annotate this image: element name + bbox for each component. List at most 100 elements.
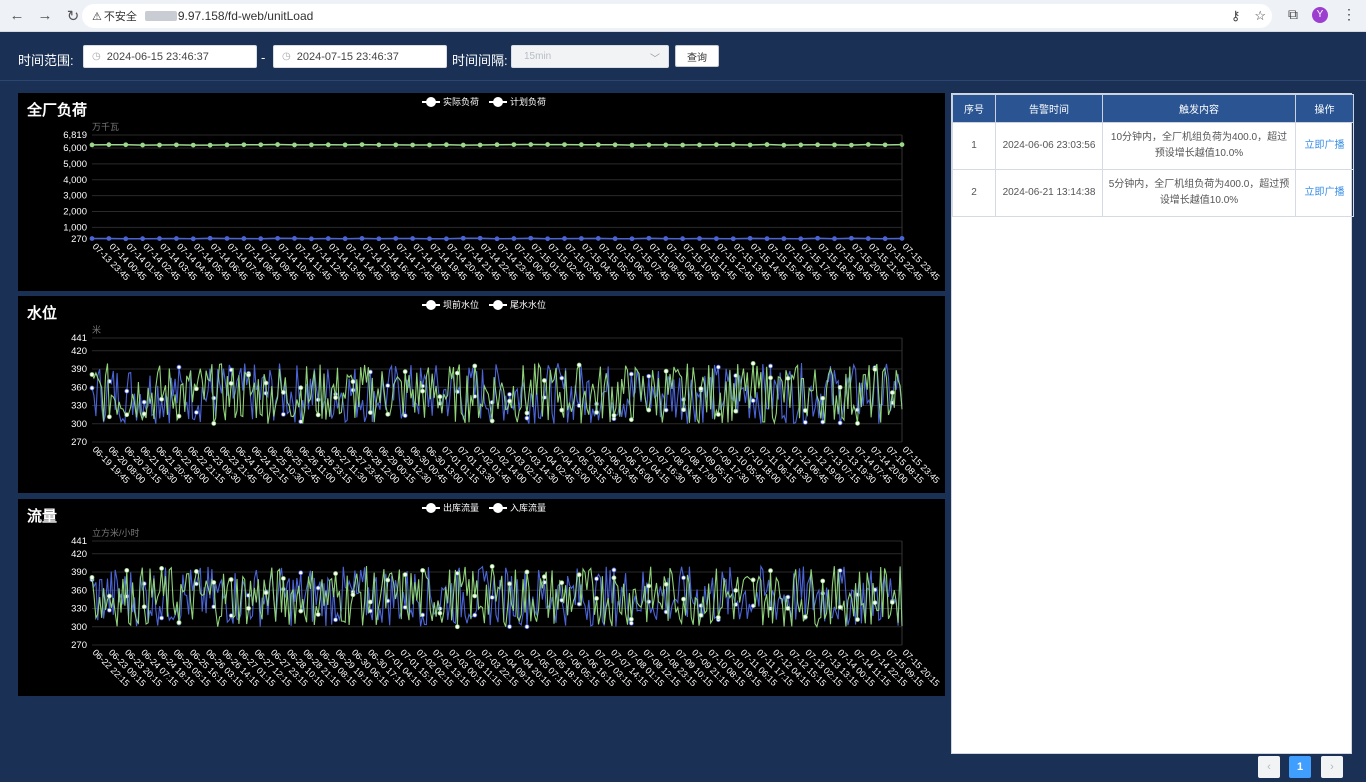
data-point <box>578 236 584 241</box>
data-point <box>410 142 416 148</box>
data-point <box>713 142 719 148</box>
forward-arrow-icon[interactable]: → <box>32 3 58 29</box>
data-point <box>420 568 425 573</box>
data-point <box>524 415 530 421</box>
end-date-value: 2024-07-15 23:46:37 <box>296 50 399 63</box>
back-arrow-icon[interactable]: ← <box>4 3 30 29</box>
data-point <box>258 142 264 148</box>
data-point <box>489 418 495 424</box>
data-point <box>785 375 791 381</box>
end-date-input[interactable]: ◷ 2024-07-15 23:46:37 <box>273 45 447 68</box>
prev-page-button[interactable]: ‹ <box>1258 756 1280 778</box>
y-tick-label: 420 <box>71 549 87 560</box>
data-point <box>865 142 871 147</box>
data-point <box>157 236 162 241</box>
data-point <box>628 371 634 377</box>
data-point <box>211 580 217 585</box>
interval-select[interactable]: 15min ﹀ <box>511 45 669 68</box>
data-point <box>715 615 721 620</box>
data-point <box>865 236 871 241</box>
extension-icon[interactable]: ⧉ <box>1288 6 1298 23</box>
data-point <box>193 410 199 415</box>
table-row: 2 2024-06-21 13:14:38 5分钟内，全厂机组负荷为400.0，… <box>952 169 1354 217</box>
redacted-host-block <box>144 11 177 21</box>
y-tick-label: 300 <box>71 622 87 633</box>
load-chart-panel: 全厂负荷 实际负荷 计划负荷 万千瓦 6,819 6,000 5,000 4,000 3… <box>18 93 945 291</box>
data-point <box>730 236 736 242</box>
data-point <box>173 142 179 148</box>
data-point <box>802 614 808 620</box>
star-icon[interactable]: ☆ <box>1254 8 1266 24</box>
data-point <box>715 412 721 417</box>
data-point <box>595 236 601 241</box>
start-date-input[interactable]: ◷ 2024-06-15 23:46:37 <box>83 45 257 68</box>
y-tick-label: 270 <box>71 234 87 245</box>
data-point <box>454 624 460 630</box>
clock-icon: ◷ <box>92 51 101 62</box>
data-point <box>427 236 432 242</box>
data-point <box>342 142 348 148</box>
data-point <box>747 235 753 241</box>
page-1-button[interactable]: 1 <box>1289 756 1311 778</box>
y-tick-label: 3,000 <box>63 191 87 202</box>
data-point <box>333 617 338 623</box>
data-point <box>663 236 669 241</box>
profile-avatar[interactable]: Y <box>1312 6 1328 23</box>
data-point <box>768 568 773 574</box>
data-point <box>410 236 416 241</box>
data-point <box>507 581 512 587</box>
key-icon[interactable]: ⚷ <box>1231 8 1241 24</box>
data-point <box>159 565 164 571</box>
data-point <box>333 395 338 401</box>
data-point <box>611 575 617 581</box>
data-point <box>325 142 331 148</box>
water-level-chart-svg: 44142039036033030027006-19 19:4506-20 08… <box>71 333 941 485</box>
data-point <box>750 361 756 366</box>
address-bar[interactable]: ⚠ 不安全 9.97.158/fd-web/unitLoad <box>82 4 1272 28</box>
data-point <box>681 575 686 581</box>
data-point <box>832 142 837 148</box>
next-page-button[interactable]: › <box>1321 756 1343 778</box>
not-secure-label[interactable]: 不安全 <box>104 8 137 24</box>
broadcast-link[interactable]: 立即广播 <box>1295 169 1354 217</box>
data-point <box>663 581 669 587</box>
data-point <box>489 564 495 569</box>
interval-label: 时间间隔: <box>452 53 508 68</box>
row-index: 1 <box>952 122 996 170</box>
menu-icon[interactable]: ⋮ <box>1342 6 1356 23</box>
data-point <box>697 236 702 241</box>
water-level-chart-panel: 水位 坝前水位 尾水水位 米 441 420 390 360 330 300 270 06-1… <box>18 296 945 493</box>
data-point <box>855 617 860 622</box>
y-tick-label: 6,000 <box>63 143 87 154</box>
data-point <box>612 236 618 242</box>
broadcast-link[interactable]: 立即广播 <box>1295 122 1354 170</box>
data-point <box>106 414 112 420</box>
data-point <box>872 366 878 372</box>
data-point <box>541 574 547 580</box>
data-point <box>292 236 297 241</box>
data-point <box>359 236 365 241</box>
data-point <box>258 236 264 242</box>
data-point <box>228 380 234 386</box>
url-text[interactable]: 9.97.158/fd-web/unitLoad <box>178 9 313 23</box>
column-header-index: 序号 <box>952 94 996 123</box>
data-point <box>545 236 551 242</box>
column-header-time: 告警时间 <box>995 94 1103 123</box>
data-point <box>528 235 534 241</box>
data-point <box>193 569 199 574</box>
data-point <box>385 411 391 417</box>
data-point <box>802 419 808 425</box>
data-point <box>578 142 584 148</box>
data-point <box>781 236 787 242</box>
flow-chart-svg: 44142039036033030027006-22 22:1506-23 09… <box>71 536 941 688</box>
data-point <box>454 389 460 395</box>
data-point <box>628 616 634 622</box>
data-point <box>89 575 95 580</box>
query-button[interactable]: 查询 <box>675 45 719 67</box>
data-point <box>106 607 112 613</box>
data-point <box>595 142 601 148</box>
data-point <box>393 142 399 148</box>
data-point <box>157 142 162 148</box>
data-point <box>325 236 331 241</box>
data-point <box>837 604 843 610</box>
